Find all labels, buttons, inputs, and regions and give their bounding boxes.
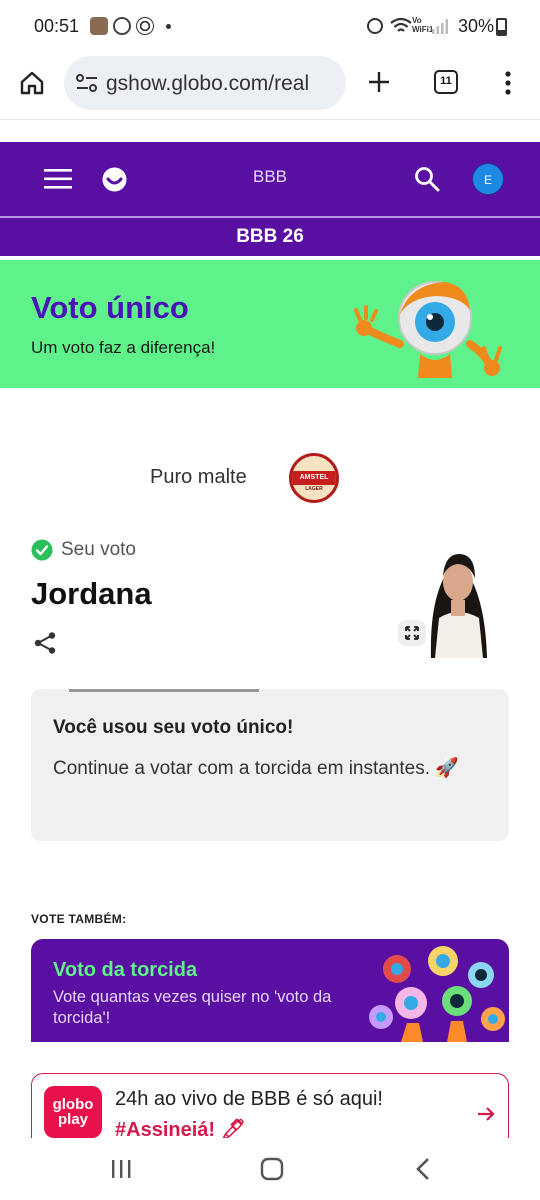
alarm-icon [367, 18, 383, 34]
system-navigation-bar [0, 1138, 540, 1200]
home-button-icon[interactable] [260, 1157, 284, 1181]
url-text: gshow.globo.com/real [106, 72, 310, 95]
vote-confirmation-card: Você usou seu voto único! Continue a vot… [31, 689, 509, 841]
site-title: BBB [252, 167, 288, 186]
voto-torcida-title: Voto da torcida [53, 959, 198, 981]
user-avatar[interactable]: E [472, 163, 504, 195]
banner-subtitle: Um voto faz a diferença! [31, 338, 216, 357]
voted-participant-name: Jordana [31, 576, 152, 611]
notification-dot-icon [166, 24, 171, 29]
search-icon[interactable] [414, 166, 440, 192]
arrow-right-icon[interactable] [476, 1105, 496, 1123]
amstel-logo: AMSTEL LAGER [289, 453, 339, 503]
check-circle-icon [31, 539, 53, 561]
home-icon[interactable] [19, 70, 45, 96]
vowifi-label: Vo WiFi1 [412, 16, 433, 34]
voto-unico-banner: Voto único Um voto faz a diferença! [0, 260, 540, 388]
more-menu-icon[interactable] [504, 70, 512, 96]
banner-title: Voto único [31, 290, 189, 325]
contact-photo-icon [90, 17, 108, 35]
wifi-icon [390, 17, 412, 32]
vowifi-label-bottom: WiFi1 [412, 25, 434, 34]
vowifi-label-top: Vo [412, 16, 422, 25]
voto-torcida-body: Vote quantas vezes quiser no 'voto da to… [53, 988, 332, 1027]
signal-icon [432, 19, 448, 34]
tab-switcher-button[interactable]: 11 [434, 70, 458, 94]
section-title[interactable]: BBB 26 [0, 218, 540, 256]
back-icon[interactable] [414, 1157, 432, 1181]
browser-toolbar: gshow.globo.com/real 11 [0, 52, 540, 120]
promo-text: 24h ao vivo de BBB é só aqui! [115, 1088, 383, 1110]
recent-apps-icon[interactable] [110, 1159, 132, 1179]
vote-status: Seu voto [61, 539, 136, 560]
voto-torcida-card[interactable]: Voto da torcida Vote quantas vezes quise… [31, 939, 509, 1042]
soccer-ball-icon [136, 17, 154, 35]
site-settings-icon[interactable] [76, 74, 98, 92]
eye-mascots-group-icon [369, 946, 505, 1042]
status-time: 00:51 [34, 16, 80, 36]
battery-icon [496, 18, 507, 36]
expand-icon [405, 626, 419, 640]
globoplay-logo: globo play [44, 1086, 102, 1138]
site-header: BBB E [0, 142, 540, 216]
globoplay-promo[interactable]: globo play 24h ao vivo de BBB é só aqui!… [31, 1073, 509, 1141]
confirmation-title: Você usou seu voto único! [53, 717, 294, 738]
share-icon[interactable] [33, 631, 57, 655]
status-bar: 00:51 Vo WiFi1 30% [0, 0, 540, 52]
amstel-logo-band: AMSTEL [292, 471, 336, 485]
bbb-eye-mascot-icon [354, 281, 502, 378]
new-tab-icon[interactable] [367, 70, 391, 94]
expand-photo-button[interactable] [398, 620, 426, 646]
viber-icon [113, 17, 131, 35]
globoplay-logo-bottom: play [57, 1111, 88, 1128]
amstel-logo-sub: LAGER [305, 486, 323, 492]
confirmation-body: Continue a votar com a torcida em instan… [53, 758, 459, 779]
also-vote-heading: VOTE TAMBÉM: [31, 912, 127, 926]
battery-percent: 30% [457, 16, 494, 36]
progress-bar [69, 689, 259, 692]
address-bar[interactable]: gshow.globo.com/real [64, 56, 346, 110]
sponsor-label: Puro malte [150, 466, 247, 488]
